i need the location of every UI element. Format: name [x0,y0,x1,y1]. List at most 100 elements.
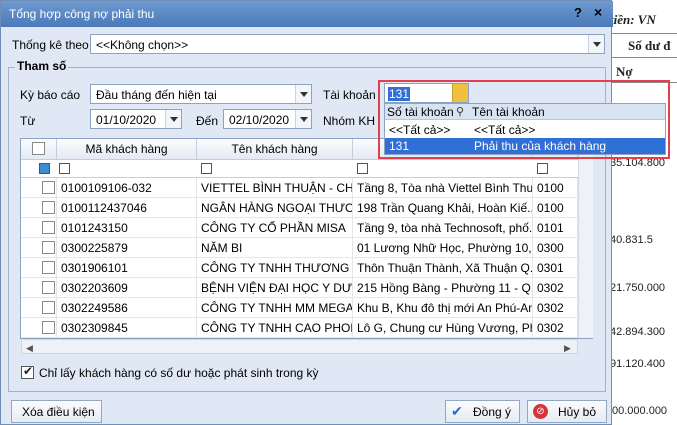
customer-name-cell: NGÂN HÀNG NGOẠI THƯƠN... [197,198,353,218]
customer-code-cell: 0300225879 [57,238,197,258]
customer-name-cell: CÔNG TY TNHH THƯƠNG M... [197,258,353,278]
cancel-button[interactable]: ⊘ Hủy bỏ [527,400,607,423]
filter-icon[interactable] [357,163,368,174]
account-label: Tài khoản [323,88,376,102]
row-checkbox[interactable] [42,261,55,274]
customer-name-cell: BỆNH VIỆN ĐẠI HỌC Y DƯỢ... [197,278,353,298]
help-icon[interactable]: ? [574,5,582,20]
tax-code-cell: 0100 [533,198,578,218]
customer-name-cell: CÔNG TY CỔ PHẦN MISA [197,218,353,238]
parameters-group-title: Tham số [15,59,69,73]
filter-icon[interactable] [201,163,212,174]
tax-code-cell: 0302 [533,298,578,318]
select-all-checkbox[interactable] [32,142,45,155]
customer-name-cell: VIETTEL BÌNH THUẬN - CHI... [197,178,353,198]
address-cell: 215 Hồng Bàng - Phường 11 - Q... [353,278,533,298]
dialog-titlebar[interactable]: Tổng hợp công nợ phải thu ? × [1,1,613,27]
customer-name-cell: CÔNG TY TNHH MM MEGA M... [197,298,353,318]
row-checkbox[interactable] [42,301,55,314]
checkmark-icon: ✔ [451,403,463,419]
report-currency-title: tiền: VN [610,12,656,27]
only-customers-label: Chỉ lấy khách hàng có số dư hoặc phát si… [39,366,319,380]
filter-icon[interactable] [59,163,70,174]
grid-horizontal-scrollbar[interactable]: ◀ ▶ [21,339,578,354]
scroll-right-arrow-icon[interactable]: ▶ [564,343,571,354]
customer-code-cell: 0100109106-032 [57,178,197,198]
address-cell: Thôn Thuận Thành, Xã Thuận Q... [353,258,533,278]
address-cell: 198 Trần Quang Khải, Hoàn Kiế... [353,198,533,218]
row-checkbox[interactable] [42,321,55,334]
chevron-down-icon[interactable] [165,110,181,128]
table-row[interactable]: 0302203609BỆNH VIỆN ĐẠI HỌC Y DƯỢ...215 … [21,278,578,298]
statistic-by-label: Thống kê theo [12,38,89,52]
table-row[interactable]: 0302309845 CÔNG TY TNHH CAO PHONG Lô G, Ch… [21,318,578,338]
table-row[interactable]: 0101243150 CÔNG TY CỔ PHẦN MISA Tầng 9, tò… [21,218,578,238]
address-cell: 01 Lương Nhữ Học, Phường 10, ... [353,238,533,258]
highlight-outline [378,80,670,159]
report-period-combo[interactable]: Đầu tháng đến hiện tại [90,84,312,104]
address-cell: Lô G, Chung cư Hùng Vương, Ph... [353,318,533,338]
chevron-down-icon[interactable] [295,85,311,103]
table-row[interactable]: 0100112437046NGÂN HÀNG NGOẠI THƯƠN...198… [21,198,578,218]
tax-code-cell: 0302 [533,278,578,298]
table-row[interactable]: 0300225879 NĂM BI 01 Lương Nhữ Học, Phường… [21,238,578,258]
report-header-balance: Số dư đ [628,38,671,53]
customer-code-cell: 0301906101 [57,258,197,278]
grid-vertical-scrollbar[interactable] [578,139,593,338]
report-header-debit: Nợ [616,64,633,79]
only-customers-checkbox[interactable]: ✔ [21,364,34,379]
close-icon[interactable]: × [594,4,602,20]
table-row[interactable]: 0302249586CÔNG TY TNHH MM MEGA M...Khu B… [21,298,578,318]
clear-conditions-button[interactable]: Xóa điều kiện [11,400,102,423]
tax-code-cell: 0300 [533,238,578,258]
to-date-label: Đến [196,114,219,128]
tax-code-cell: 0301 [533,258,578,278]
check-icon: ✔ [23,364,34,378]
grid-header-customer-name[interactable]: Tên khách hàng [197,139,353,160]
from-date-label: Từ [20,114,36,128]
customer-code-cell: 0302249586 [57,298,197,318]
address-cell: Khu B, Khu đô thị mới An Phú-An... [353,298,533,318]
grid-header-customer-code[interactable]: Mã khách hàng [57,139,197,160]
report-value: 00.000.000 [612,405,668,417]
filter-icon[interactable] [537,163,548,174]
table-row[interactable]: 0301906101CÔNG TY TNHH THƯƠNG M...Thôn T… [21,258,578,278]
grid-header-select[interactable] [21,139,57,160]
filter-icon[interactable] [39,163,50,174]
statistic-by-combo[interactable]: <<Không chọn>> [90,34,605,54]
table-row[interactable]: 0100109106-032 VIETTEL BÌNH THUẬN - CHI..… [21,178,578,198]
chevron-down-icon[interactable] [295,110,311,128]
tax-code-cell: 0101 [533,218,578,238]
customer-code-cell: 0100112437046 [57,198,197,218]
customer-grid: Mã khách hàng Tên khách hàng 0100109106-… [20,138,593,339]
cancel-icon: ⊘ [533,404,548,419]
report-value: 21.750.000 [610,282,666,294]
report-value: 40.831.5 [610,234,653,246]
report-period-label: Kỳ báo cáo [20,88,81,102]
chevron-down-icon[interactable] [588,35,604,53]
grid-body: 0100109106-032 VIETTEL BÌNH THUẬN - CHI..… [21,178,578,338]
scroll-down-arrow-icon[interactable] [581,329,590,335]
customer-name-cell: CÔNG TY TNHH CAO PHONG [197,318,353,338]
scroll-left-arrow-icon[interactable]: ◀ [26,343,33,354]
customer-code-cell: 0302203609 [57,278,197,298]
report-value: 42.894.300 [610,326,666,338]
from-date-field[interactable]: 01/10/2020 [90,109,182,129]
tax-code-cell: 0302 [533,318,578,338]
row-checkbox[interactable] [42,241,55,254]
row-checkbox[interactable] [42,201,55,214]
row-checkbox[interactable] [42,281,55,294]
row-checkbox[interactable] [42,221,55,234]
customer-code-cell: 0302309845 [57,318,197,338]
tax-code-cell: 0100 [533,178,578,198]
report-value: 91.120.400 [610,358,666,370]
customer-group-label: Nhóm KH [323,114,376,128]
to-date-field[interactable]: 02/10/2020 [223,109,312,129]
ok-button[interactable]: ✔ Đồng ý [445,400,520,423]
row-checkbox[interactable] [42,181,55,194]
address-cell: Tầng 9, tòa nhà Technosoft, phố... [353,218,533,238]
grid-filter-row [21,160,578,178]
customer-debt-summary-dialog: Tổng hợp công nợ phải thu ? × Thống kê t… [0,0,613,425]
address-cell: Tầng 8, Tòa nhà Viettel Bình Thu... [353,178,533,198]
customer-name-cell: NĂM BI [197,238,353,258]
